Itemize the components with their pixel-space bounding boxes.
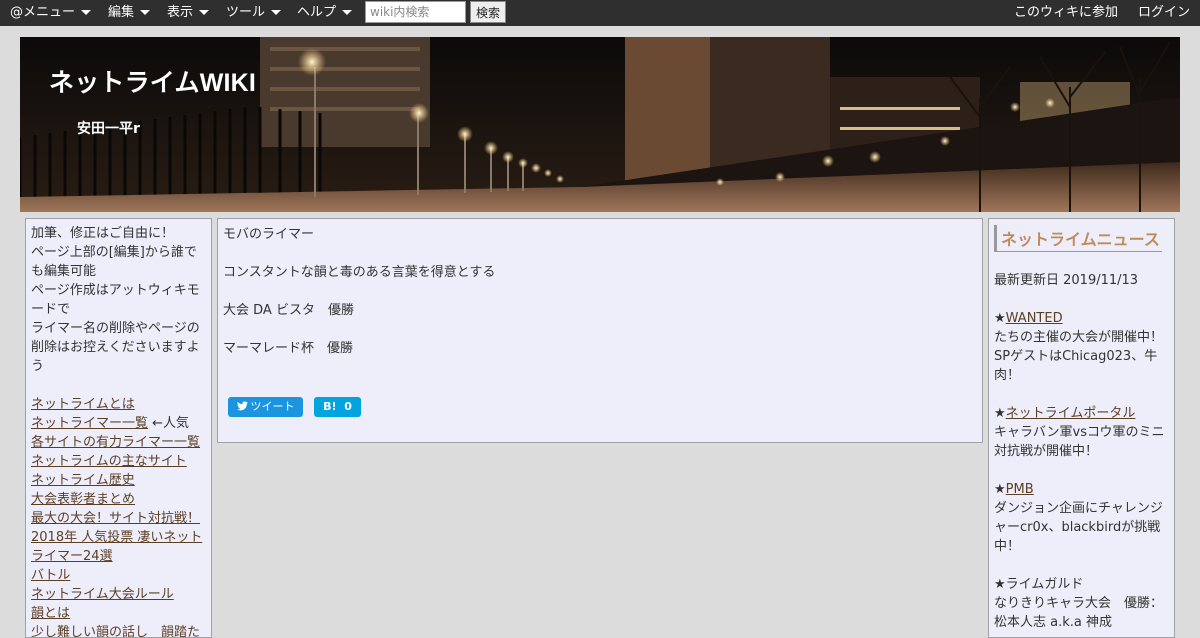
wiki-search-input[interactable] [365, 1, 466, 23]
intro-line: う [31, 359, 45, 374]
help-label: ヘルプ [297, 5, 337, 20]
sidebar-link[interactable]: 2018年 人気投票 凄いネット [31, 530, 202, 545]
news-text: ャーcr0x、blackbirdが挑戦 [994, 520, 1161, 535]
tweet-label: ツイート [250, 400, 295, 413]
news-text: キャラバン軍vsコウ軍のミニ [994, 425, 1165, 440]
news-text: 中！ [994, 539, 1021, 554]
tools-label: ツール [226, 5, 266, 20]
sidebar-link[interactable]: 少し難しい韻の話し 韻踏た [31, 625, 200, 637]
sidebar-link[interactable]: 大会表彰者まとめ [31, 492, 135, 507]
intro-line: も編集可能 [31, 264, 97, 279]
intro-line: ページ作成はアットウィキモ [31, 283, 200, 298]
news-title: ライムガルド [1005, 577, 1084, 592]
star-icon: ★ [994, 311, 1006, 326]
chevron-down-icon [342, 10, 353, 15]
body-text: コンスタントな韻と毒のある言葉を得意とする [223, 265, 496, 280]
news-link-portal[interactable]: ネットライムポータル [1006, 406, 1136, 421]
hatena-bookmark-button[interactable]: B! 0 [314, 397, 361, 417]
intro-line: 削除はお控えくださいますよ [31, 340, 200, 355]
atwiki-menu-dropdown[interactable]: @メニュー [10, 0, 92, 26]
news-heading: ネットライムニュース [994, 225, 1162, 252]
news-text: SPゲストはChicag023、牛 [994, 349, 1158, 364]
body-text: マーマレード杯 優勝 [223, 341, 354, 356]
login-link[interactable]: ログイン [1138, 0, 1190, 26]
search-button[interactable]: 検索 [470, 1, 506, 23]
news-text: 対抗戦が開催中！ [994, 444, 1099, 459]
edit-label: 編集 [108, 5, 135, 20]
sidebar-link[interactable]: ライマー24選 [31, 549, 113, 564]
intro-line: 加筆、修正はご自由に！ [31, 226, 175, 241]
hatena-bookmark-icon: B! [323, 400, 337, 413]
sidebar-link[interactable]: ネットライマー一覧 [31, 416, 148, 431]
chevron-down-icon [199, 10, 210, 15]
popular-note: ←人気 [152, 416, 190, 431]
right-sidebar: ネットライムニュース 最新更新日 2019/11/13 ★WANTED たちの主… [988, 218, 1175, 638]
star-icon: ★ [994, 482, 1006, 497]
view-menu-dropdown[interactable]: 表示 [167, 0, 210, 26]
news-text: たちの主催の大会が開催中！ [994, 330, 1164, 345]
body-text: 大会 DA ビスタ 優勝 [223, 303, 354, 318]
news-text: ダンジョン企画にチャレンジ [994, 501, 1163, 516]
view-label: 表示 [167, 5, 194, 20]
header-banner: ネットライムWIKI 安田一平r [20, 37, 1180, 212]
main-content: モバのライマー コンスタントな韻と毒のある言葉を得意とする 大会 DA ビスタ … [217, 218, 983, 443]
site-title[interactable]: ネットライムWIKI [49, 63, 256, 99]
chevron-down-icon [140, 10, 151, 15]
help-menu-dropdown[interactable]: ヘルプ [297, 0, 353, 26]
menu-label: @メニュー [10, 5, 76, 20]
sidebar-link[interactable]: 最大の大会！サイト対抗戦！ [31, 511, 200, 526]
news-text: なりきりキャラ大会 優勝： [994, 596, 1164, 611]
star-icon: ★ [994, 406, 1006, 421]
page-title: 安田一平r [77, 121, 140, 137]
sidebar-link[interactable]: 韻とは [31, 606, 70, 621]
sidebar-link[interactable]: ネットライムの主なサイト [31, 454, 187, 469]
sidebar-link[interactable]: ネットライム歴史 [31, 473, 135, 488]
news-link-wanted[interactable]: WANTED [1006, 311, 1063, 326]
chevron-down-icon [81, 10, 92, 15]
intro-line: ライマー名の削除やページの [31, 321, 200, 336]
news-text: 肉！ [994, 368, 1021, 383]
intro-line: ードで [31, 302, 71, 317]
news-text: 松本人志 a.k.a 神成 [994, 615, 1112, 630]
last-updated: 最新更新日 2019/11/13 [994, 273, 1139, 288]
sidebar-link[interactable]: バトル [31, 568, 70, 583]
news-link-pmb[interactable]: PMB [1006, 482, 1034, 497]
left-sidebar: 加筆、修正はご自由に！ ページ上部の[編集]から誰で も編集可能 ページ作成はア… [25, 218, 212, 638]
edit-menu-dropdown[interactable]: 編集 [108, 0, 151, 26]
top-menu-bar: @メニュー 編集 表示 ツール ヘルプ 検索 このウィキに参加 ログイン [0, 0, 1200, 26]
sidebar-link[interactable]: ネットライムとは [31, 397, 135, 412]
tools-menu-dropdown[interactable]: ツール [226, 0, 282, 26]
twitter-bird-icon [236, 401, 248, 411]
intro-line: ページ上部の[編集]から誰で [31, 245, 197, 260]
star-icon: ★ [994, 577, 1006, 592]
chevron-down-icon [271, 10, 282, 15]
sidebar-link[interactable]: ネットライム大会ルール [31, 587, 174, 602]
tweet-button[interactable]: ツイート [228, 397, 303, 417]
body-text: モバのライマー [223, 227, 315, 242]
sidebar-link[interactable]: 各サイトの有力ライマー一覧 [31, 435, 200, 450]
hatena-count: 0 [344, 400, 352, 413]
join-wiki-link[interactable]: このウィキに参加 [1014, 0, 1118, 26]
